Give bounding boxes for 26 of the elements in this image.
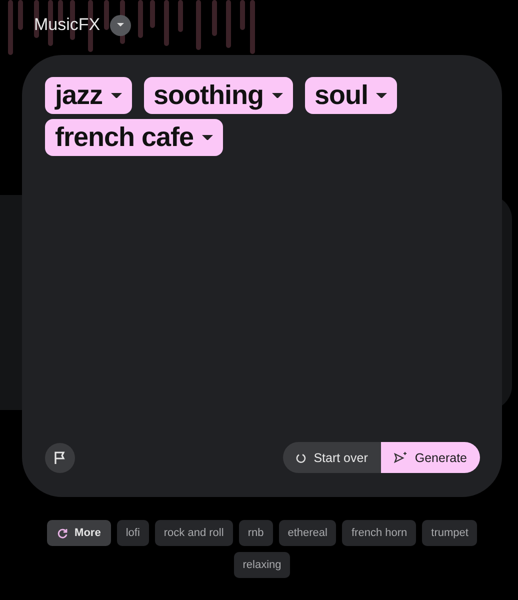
start-over-button[interactable]: Start over	[282, 442, 381, 473]
send-sparkle-icon	[394, 452, 407, 464]
suggestion-chip[interactable]: trumpet	[422, 520, 478, 546]
suggestion-chip[interactable]: rock and roll	[154, 520, 233, 546]
caret-icon	[272, 92, 283, 98]
app-title: MusicFX	[34, 15, 100, 35]
caret-icon	[376, 92, 388, 98]
dropdown-button[interactable]	[110, 14, 132, 36]
suggestion-chip[interactable]: ethereal	[278, 520, 336, 546]
prompt-chip[interactable]: soul	[304, 77, 398, 114]
flag-button[interactable]	[45, 442, 75, 472]
more-button[interactable]: More	[46, 520, 111, 546]
prompt-chip[interactable]: french cafe	[45, 119, 223, 156]
reset-icon	[296, 452, 306, 462]
flag-icon	[53, 450, 67, 464]
suggestion-chip[interactable]: relaxing	[234, 552, 290, 578]
caret-icon	[202, 134, 213, 140]
caret-icon	[117, 23, 124, 27]
suggestion-chip[interactable]: lofi	[116, 520, 149, 546]
generate-button[interactable]: Generate	[380, 442, 480, 473]
caret-icon	[110, 92, 122, 98]
suggestion-chip[interactable]: french horn	[342, 520, 416, 546]
refresh-icon	[56, 528, 68, 538]
suggestion-chip[interactable]: rnb	[238, 520, 273, 546]
prompt-chip[interactable]: soothing	[144, 77, 293, 114]
prompt-chip[interactable]: jazz	[45, 77, 132, 114]
